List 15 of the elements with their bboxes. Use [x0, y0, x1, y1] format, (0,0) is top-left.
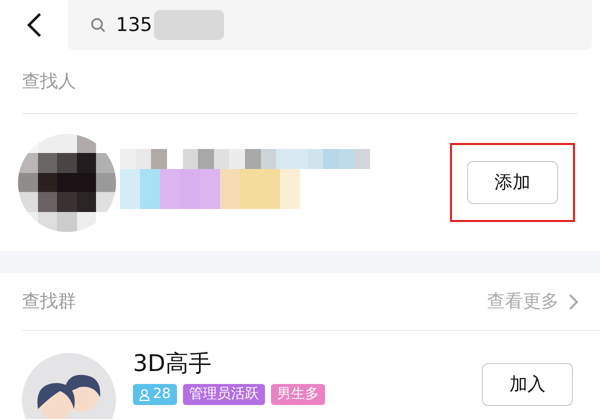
chevron-right-icon — [569, 294, 578, 310]
group-avatar-icon — [22, 353, 116, 419]
group-tag: 男生多 — [270, 384, 325, 405]
person-icon — [139, 388, 150, 400]
search-field[interactable]: 135 — [68, 0, 592, 50]
back-icon[interactable] — [26, 12, 42, 38]
blurred-text — [154, 10, 224, 40]
join-button[interactable]: 加入 — [482, 363, 573, 406]
search-icon — [90, 17, 106, 33]
section-title: 查找群 — [22, 290, 76, 314]
group-tag: 28 — [133, 384, 177, 405]
group-tag: 管理员活跃 — [182, 384, 265, 405]
group-name: 3D高手 — [133, 350, 212, 379]
section-title: 查找人 — [22, 70, 77, 94]
add-button[interactable]: 添加 — [467, 161, 558, 204]
